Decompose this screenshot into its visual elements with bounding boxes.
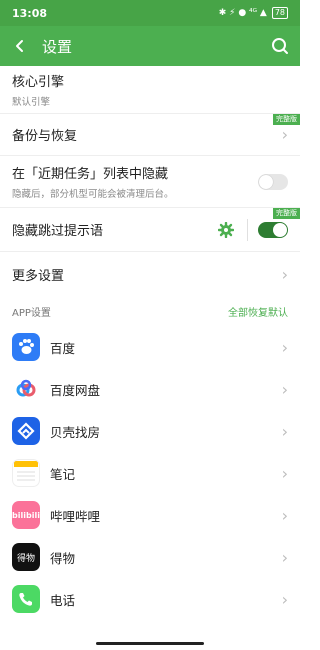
navigation-bar xyxy=(0,638,300,650)
setting-label: 备份与恢复 xyxy=(12,129,78,144)
chevron-right-icon: › xyxy=(281,463,288,483)
app-settings-header: APP设置 全部恢复默认 xyxy=(0,296,300,326)
dewu-icon: 得物 xyxy=(12,543,40,571)
app-label: 得物 xyxy=(50,550,76,566)
status-time: 13:08 xyxy=(12,6,48,20)
chevron-right-icon: › xyxy=(281,379,288,399)
setting-label: 核心引擎 xyxy=(12,75,65,90)
app-label: 贝壳找房 xyxy=(50,424,101,440)
section-title: APP设置 xyxy=(12,307,51,319)
status-icons: ✱ ⚡ ● ⁴ᴳ ▲ 78 xyxy=(219,7,288,19)
status-icons-text: ✱ ⚡ ● ⁴ᴳ ▲ xyxy=(218,8,267,18)
chevron-right-icon: › xyxy=(281,547,288,567)
search-icon xyxy=(272,38,288,54)
gear-glyph-icon xyxy=(218,221,234,238)
app-row-beike[interactable]: 贝壳找房 › xyxy=(0,410,300,452)
battery-icon: 78 xyxy=(271,7,288,19)
app-row-baidu-netdisk[interactable]: 百度网盘 › xyxy=(0,368,300,410)
setting-more[interactable]: 更多设置 › xyxy=(0,252,300,296)
battery-level: 78 xyxy=(274,8,285,17)
phone-icon xyxy=(12,585,40,613)
setting-backup-restore[interactable]: 完整版 备份与恢复 › xyxy=(0,114,300,156)
setting-sub: 默认引擎 xyxy=(12,97,51,108)
dewu-logo-text: 得物 xyxy=(16,553,35,564)
chevron-right-icon: › xyxy=(281,125,288,144)
beike-icon xyxy=(12,417,40,445)
bilibili-logo-text: bilibili xyxy=(12,510,40,520)
app-row-phone[interactable]: 电话 › xyxy=(0,578,300,620)
toggle-knob xyxy=(259,174,273,189)
notes-icon xyxy=(12,459,40,487)
baidu-netdisk-icon xyxy=(12,375,40,403)
search-button[interactable] xyxy=(260,26,300,66)
hide-recents-toggle[interactable] xyxy=(258,173,288,190)
chevron-right-icon: › xyxy=(281,505,288,525)
gear-icon[interactable] xyxy=(215,219,237,241)
back-arrow-icon xyxy=(16,40,23,52)
setting-hide-recents[interactable]: 在「近期任务」列表中隐藏 隐藏后，部分机型可能会被清理后台。 xyxy=(0,156,300,208)
bilibili-icon: bilibili xyxy=(12,501,40,529)
chevron-right-icon: › xyxy=(281,264,288,284)
setting-label: 更多设置 xyxy=(12,268,65,284)
app-row-dewu[interactable]: 得物 得物 › xyxy=(0,536,300,578)
chevron-right-icon: › xyxy=(281,421,288,441)
setting-label: 隐藏跳过提示语 xyxy=(12,224,104,239)
app-label: 百度网盘 xyxy=(50,382,101,398)
hide-skip-hint-toggle[interactable] xyxy=(258,221,288,238)
app-row-baidu[interactable]: 百度 › xyxy=(0,326,300,368)
app-label: 哔哩哔哩 xyxy=(50,508,101,524)
setting-sub: 隐藏后，部分机型可能会被清理后台。 xyxy=(12,189,174,200)
setting-label: 在「近期任务」列表中隐藏 xyxy=(12,167,169,182)
setting-hide-skip-hint[interactable]: 完整版 隐藏跳过提示语 xyxy=(0,208,300,252)
full-version-badge: 完整版 xyxy=(273,114,300,125)
restore-all-defaults-link[interactable]: 全部恢复默认 xyxy=(228,304,288,319)
chevron-right-icon: › xyxy=(281,589,288,609)
app-bar: 设置 xyxy=(0,26,300,66)
back-button[interactable] xyxy=(0,26,40,66)
baidu-icon xyxy=(12,333,40,361)
chevron-right-icon: › xyxy=(281,337,288,357)
toggle-knob xyxy=(273,222,287,237)
divider xyxy=(247,218,248,241)
home-indicator[interactable] xyxy=(96,642,204,645)
status-bar: 13:08 ✱ ⚡ ● ⁴ᴳ ▲ 78 xyxy=(0,0,300,26)
page-title: 设置 xyxy=(42,37,73,56)
setting-core-engine[interactable]: 核心引擎 默认引擎 xyxy=(0,66,300,114)
app-label: 百度 xyxy=(50,340,76,356)
app-row-notes[interactable]: 笔记 › xyxy=(0,452,300,494)
app-label: 电话 xyxy=(50,592,76,608)
app-label: 笔记 xyxy=(50,466,76,482)
full-version-badge: 完整版 xyxy=(273,208,300,219)
app-row-bilibili[interactable]: bilibili 哔哩哔哩 › xyxy=(0,494,300,536)
